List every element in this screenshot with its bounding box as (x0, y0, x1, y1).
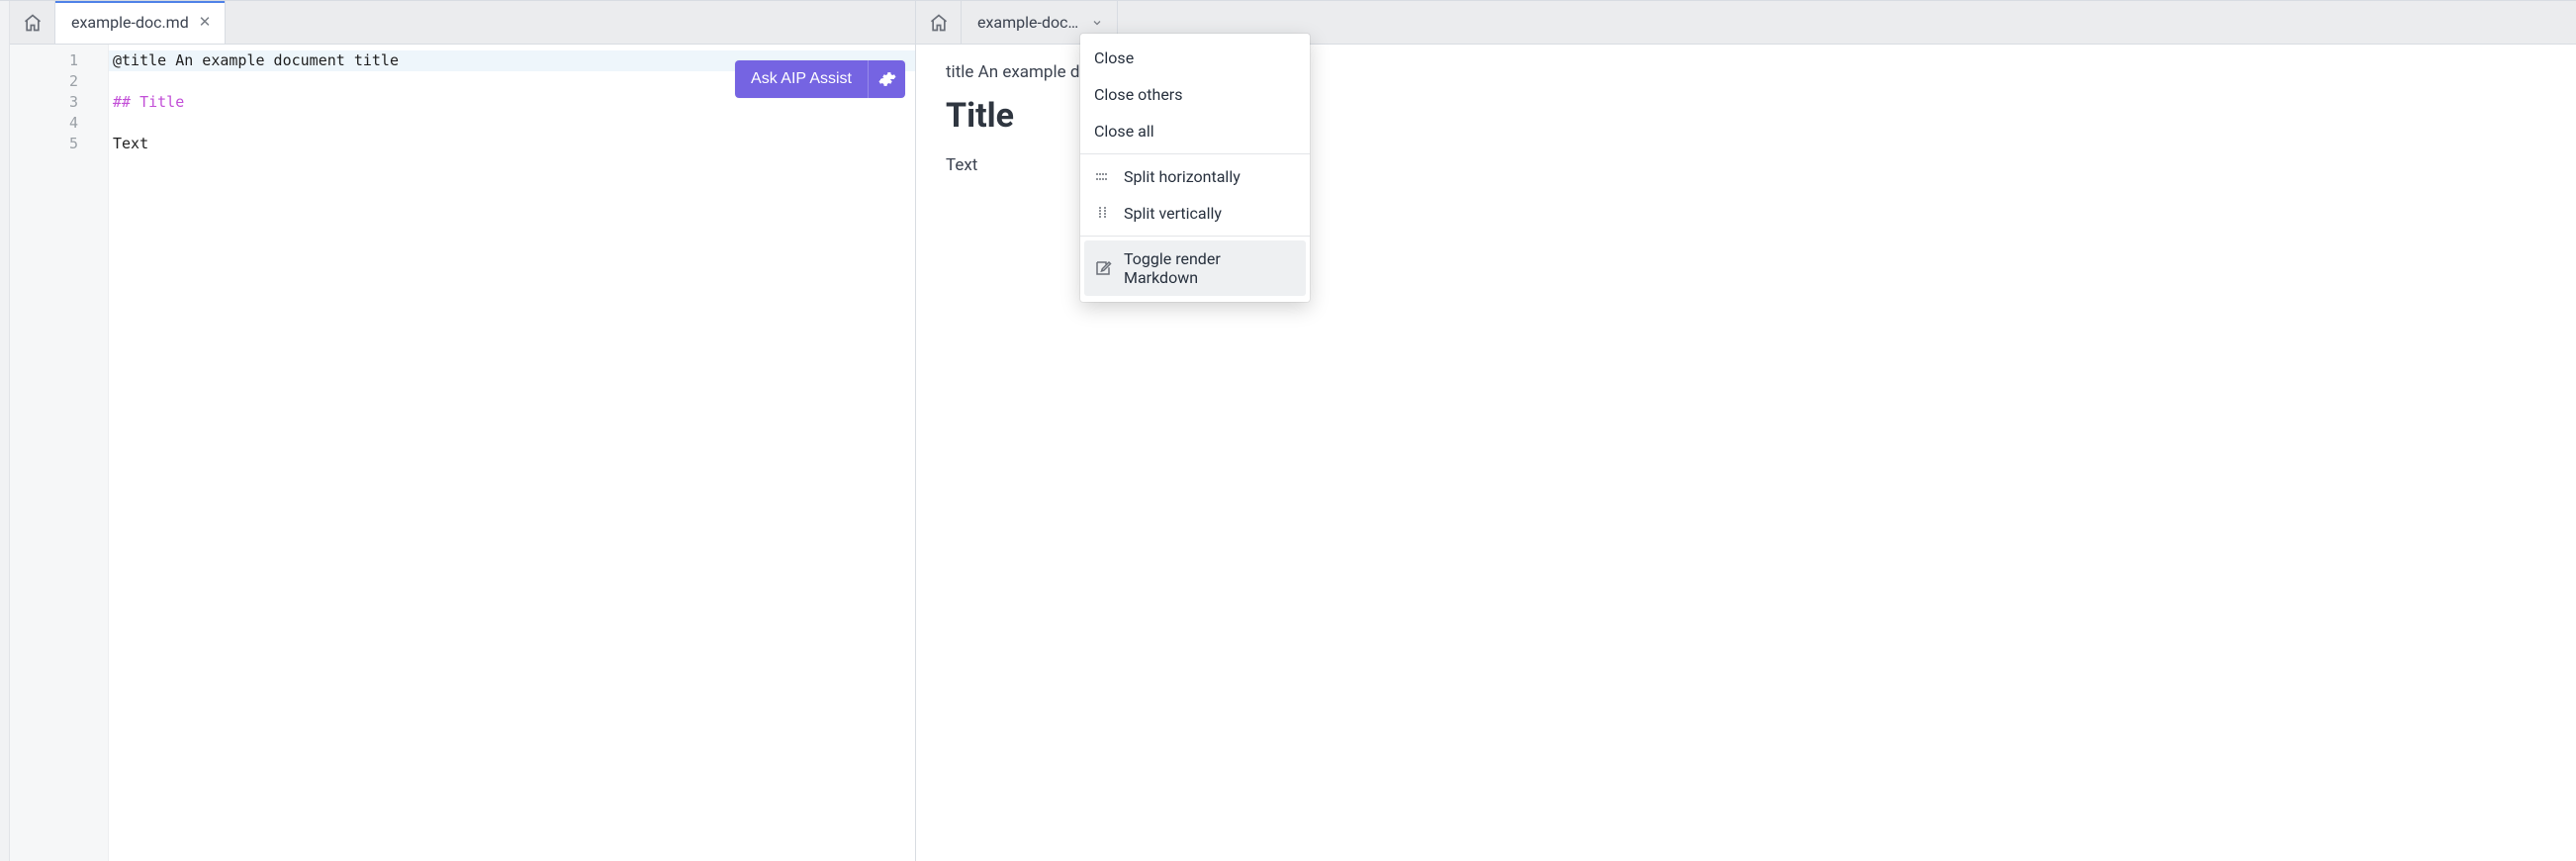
aip-assist: Ask AIP Assist (735, 60, 905, 98)
menu-item[interactable]: Close all (1080, 113, 1310, 149)
menu-separator (1080, 236, 1310, 237)
menu-item-label: Close others (1094, 85, 1182, 104)
code-line (109, 113, 915, 134)
menu-item-label: Split vertically (1124, 204, 1222, 223)
line-number: 2 (10, 71, 108, 92)
menu-item[interactable]: Split vertically (1080, 195, 1310, 232)
menu-separator (1080, 153, 1310, 154)
line-number: 4 (10, 113, 108, 134)
code-line: Text (109, 134, 915, 154)
tab-context-menu: Close Close others Close all Split horizont… (1080, 34, 1310, 302)
preview-title-line: title An example document title (946, 62, 1092, 82)
menu-item[interactable]: Split horizontally (1080, 158, 1310, 195)
workspace: example-doc.md ✕ 12345 @title An example… (0, 0, 2576, 861)
tabbar-left: example-doc.md ✕ (10, 1, 915, 45)
menu-item[interactable]: Toggle render Markdown (1084, 240, 1306, 296)
split-v-icon (1094, 205, 1112, 223)
gear-icon (878, 70, 896, 88)
line-number: 3 (10, 92, 108, 113)
home-button[interactable] (10, 1, 55, 44)
tab-label: example-doc.md (977, 13, 1081, 32)
edit-box-icon (1094, 259, 1112, 277)
line-number: 5 (10, 134, 108, 154)
home-button[interactable] (916, 1, 962, 44)
split-h-icon (1094, 168, 1112, 186)
line-gutter: 12345 (10, 45, 109, 861)
menu-item-label: Split horizontally (1124, 167, 1241, 186)
line-number: 1 (10, 50, 108, 71)
left-rail (0, 1, 10, 861)
chevron-down-icon[interactable] (1091, 17, 1103, 29)
tab-label: example-doc.md (71, 13, 189, 32)
ask-aip-assist-button[interactable]: Ask AIP Assist (735, 60, 868, 98)
menu-item-label: Toggle render Markdown (1124, 249, 1296, 287)
code-content[interactable]: @title An example document title## Title… (109, 45, 915, 861)
editor-pane: example-doc.md ✕ 12345 @title An example… (10, 1, 916, 861)
menu-item[interactable]: Close others (1080, 76, 1310, 113)
menu-item[interactable]: Close (1080, 40, 1310, 76)
home-icon (23, 13, 43, 33)
aip-assist-settings-button[interactable] (868, 60, 905, 98)
tab-example-doc[interactable]: example-doc.md ✕ (55, 1, 226, 44)
home-icon (929, 13, 949, 33)
close-icon[interactable]: ✕ (199, 15, 212, 30)
editor-area: 12345 @title An example document title##… (10, 45, 915, 861)
menu-item-label: Close all (1094, 122, 1154, 141)
menu-item-label: Close (1094, 48, 1134, 67)
